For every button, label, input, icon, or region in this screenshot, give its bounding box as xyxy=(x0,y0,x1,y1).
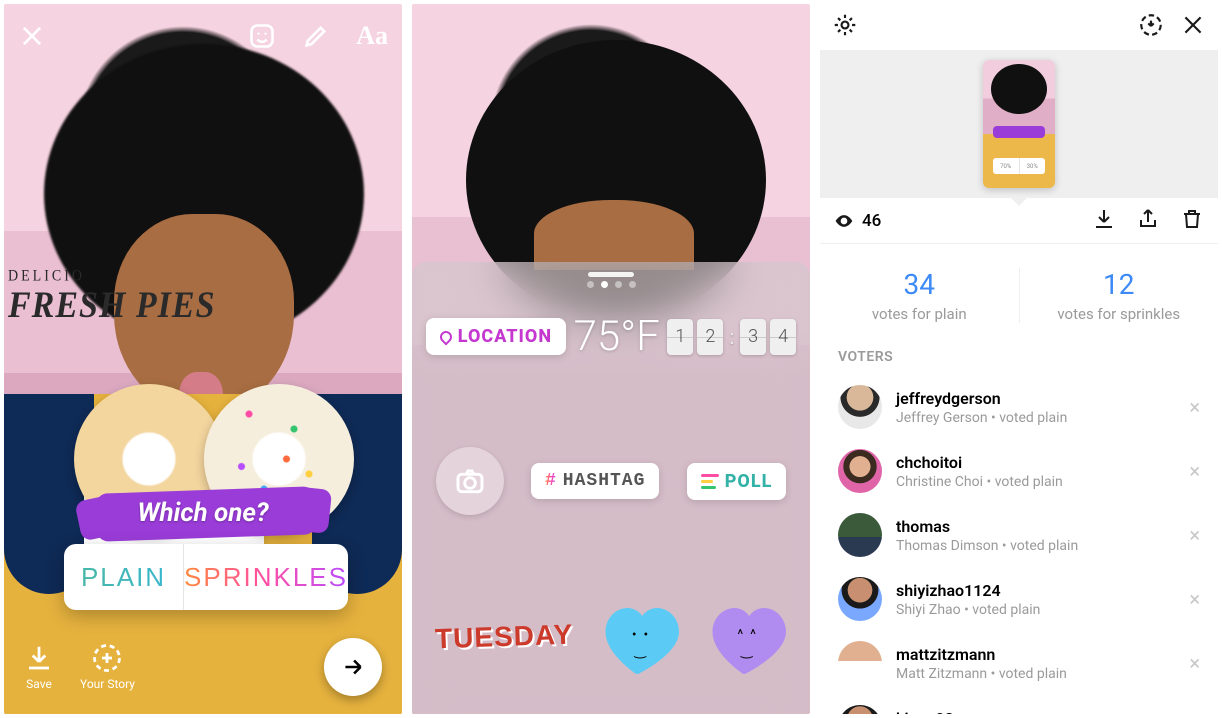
remove-voter-icon[interactable]: × xyxy=(1185,459,1204,483)
story-thumbnail[interactable]: 70%30% xyxy=(983,60,1055,188)
votes-a-label: votes for plain xyxy=(820,305,1019,323)
poll-question[interactable]: Which one? xyxy=(4,498,402,528)
save-button[interactable]: Save xyxy=(24,643,54,691)
clock-sticker[interactable]: 1 2 : 3 4 xyxy=(667,319,796,355)
trash-icon[interactable] xyxy=(1180,207,1204,235)
eye-icon xyxy=(834,211,854,231)
story-thumbnail-area: 70%30% xyxy=(820,50,1218,198)
download-icon[interactable] xyxy=(1092,207,1116,235)
your-story-button[interactable]: Your Story xyxy=(80,643,135,691)
list-item[interactable]: mattzitzmannMatt Zitzmann • voted plain … xyxy=(820,631,1218,695)
remove-voter-icon[interactable]: × xyxy=(1185,587,1204,611)
day-sticker[interactable]: TUESDAY xyxy=(435,619,574,656)
avatar[interactable] xyxy=(838,513,882,557)
poll-option-a[interactable]: PLAIN xyxy=(64,544,184,610)
close-icon[interactable] xyxy=(1180,12,1206,42)
add-story-icon xyxy=(92,643,122,673)
voters-heading: VOTERS xyxy=(820,343,1218,375)
send-button[interactable] xyxy=(324,638,382,696)
list-item[interactable]: kjung92Kevin Jung • voted plain × xyxy=(820,695,1218,714)
temperature-sticker[interactable]: 75°F xyxy=(574,312,660,361)
avatar[interactable] xyxy=(838,705,882,714)
votes-a-count: 34 xyxy=(820,268,1019,301)
avatar[interactable] xyxy=(838,641,882,685)
download-icon xyxy=(24,643,54,673)
tray-handle[interactable] xyxy=(588,272,634,277)
avatar[interactable] xyxy=(838,577,882,621)
heart-sticker-purple[interactable]: ^ ^‿ xyxy=(707,601,787,673)
poll-sticker-option[interactable]: POLL xyxy=(687,463,787,500)
avatar[interactable] xyxy=(838,385,882,429)
voter-list[interactable]: jeffreydgersonJeffrey Gerson • voted pla… xyxy=(820,375,1218,714)
page-indicator xyxy=(412,281,810,288)
settings-icon[interactable] xyxy=(832,12,858,42)
list-item[interactable]: chchoitoiChristine Choi • voted plain × xyxy=(820,439,1218,503)
close-icon[interactable] xyxy=(18,22,46,50)
heart-sticker-blue[interactable]: • • ‿ xyxy=(600,601,680,673)
sticker-tray[interactable]: LOCATION 75°F 1 2 : 3 4 ##HASHTAGHASHTAG… xyxy=(412,262,810,714)
pin-icon xyxy=(437,328,454,345)
camera-sticker[interactable] xyxy=(436,447,504,515)
poll-option-b[interactable]: SPRINKLES xyxy=(184,544,348,610)
view-count: 46 xyxy=(834,211,881,231)
share-icon[interactable] xyxy=(1136,207,1160,235)
story-progress-icon[interactable] xyxy=(1138,12,1164,42)
background-sign: DELICIO FRESH PIES xyxy=(8,269,215,324)
avatar[interactable] xyxy=(838,449,882,493)
draw-icon[interactable] xyxy=(302,22,330,50)
list-item[interactable]: shiyizhao1124Shiyi Zhao • voted plain × xyxy=(820,567,1218,631)
remove-voter-icon[interactable]: × xyxy=(1185,651,1204,675)
bars-icon xyxy=(701,474,719,489)
sticker-tray-screen: LOCATION 75°F 1 2 : 3 4 ##HASHTAGHASHTAG… xyxy=(412,4,810,714)
votes-b-count: 12 xyxy=(1020,268,1219,301)
remove-voter-icon[interactable]: × xyxy=(1185,395,1204,419)
poll-sticker[interactable]: PLAIN SPRINKLES xyxy=(64,544,348,610)
vote-summary: 34 votes for plain 12 votes for sprinkle… xyxy=(820,244,1218,343)
list-item[interactable]: thomasThomas Dimson • voted plain × xyxy=(820,503,1218,567)
location-sticker[interactable]: LOCATION xyxy=(426,318,566,355)
list-item[interactable]: jeffreydgersonJeffrey Gerson • voted pla… xyxy=(820,375,1218,439)
sticker-icon[interactable] xyxy=(248,22,276,50)
text-tool-icon[interactable]: Aa xyxy=(356,21,388,51)
votes-b-label: votes for sprinkles xyxy=(1020,305,1219,323)
hashtag-sticker[interactable]: ##HASHTAGHASHTAG xyxy=(531,463,659,499)
story-composer-screen: DELICIO FRESH PIES Aa Which one? PLAIN S… xyxy=(4,4,402,714)
poll-results-screen: 70%30% 46 34 votes for plain 12 votes fo… xyxy=(820,4,1218,714)
remove-voter-icon[interactable]: × xyxy=(1185,523,1204,547)
